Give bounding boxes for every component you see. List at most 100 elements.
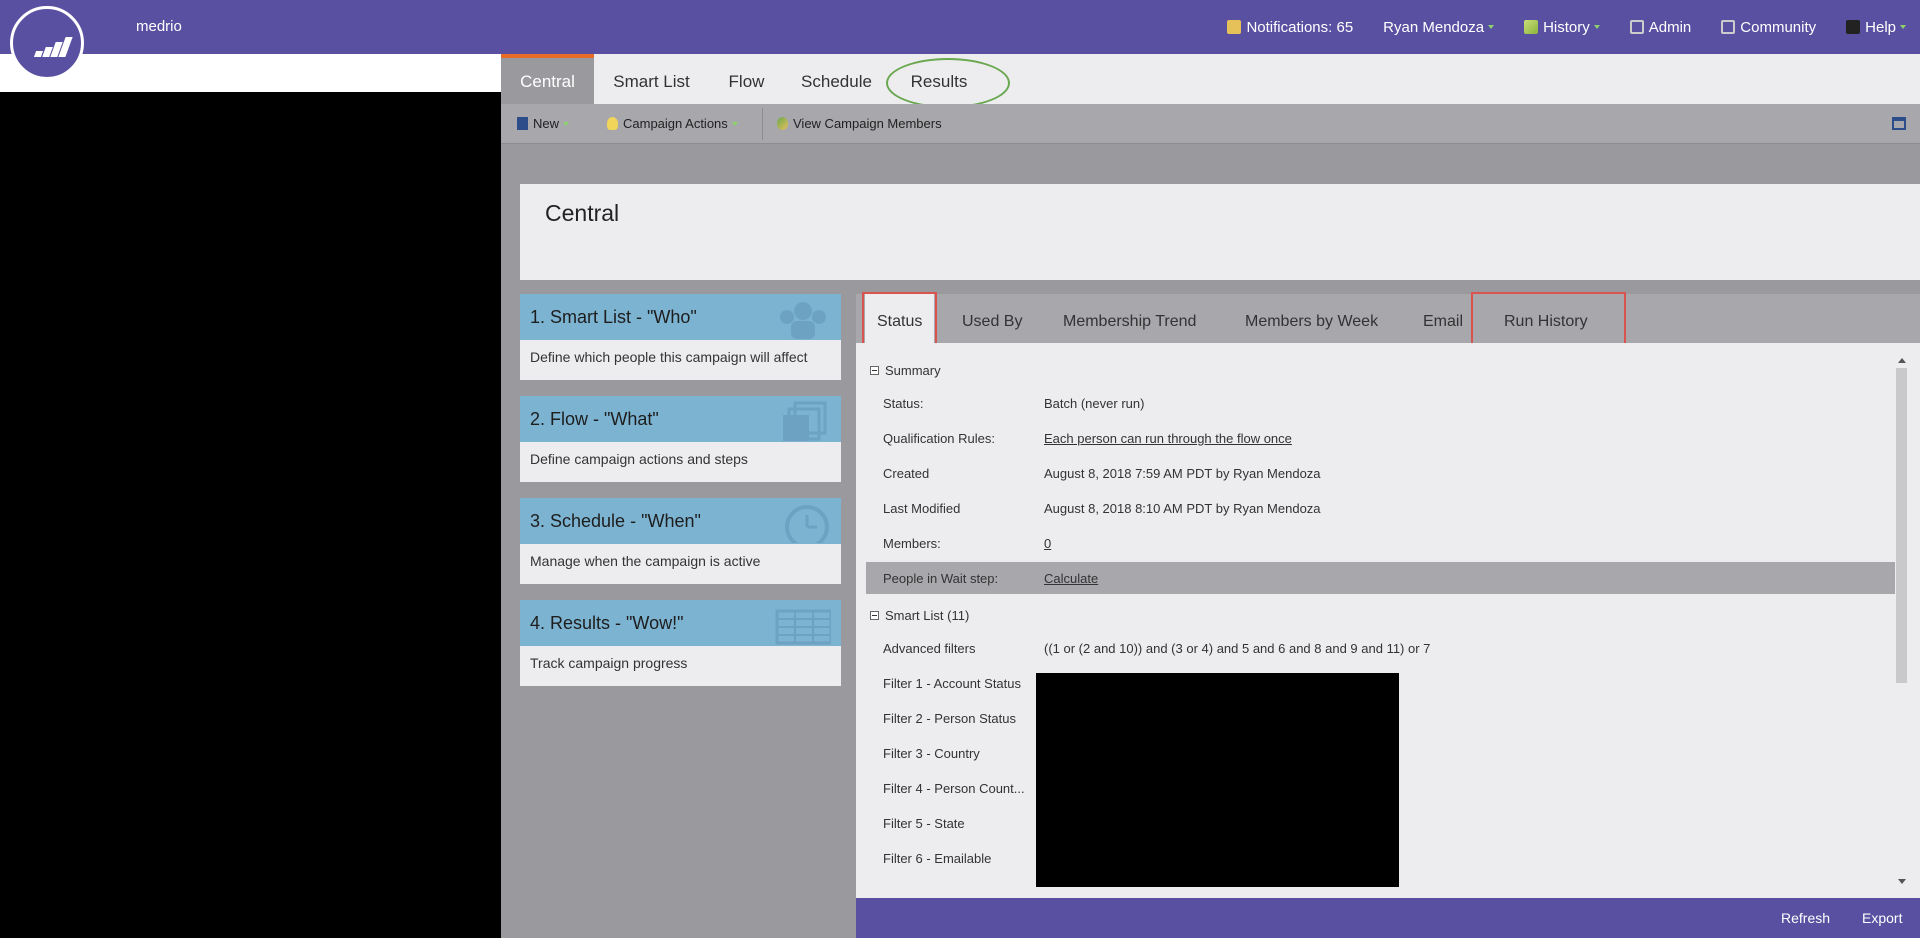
detail-tabs: Status Used By Membership Trend Members … bbox=[856, 294, 1920, 343]
left-panel-redacted bbox=[0, 92, 501, 938]
detail-scrollbar[interactable] bbox=[1895, 356, 1908, 886]
history-icon bbox=[1524, 20, 1539, 34]
summary-section-toggle[interactable]: Summary bbox=[870, 363, 941, 378]
step-title: 1. Smart List - "Who" bbox=[530, 307, 697, 327]
toolbar: New Campaign Actions View Campaign Membe… bbox=[501, 104, 1920, 144]
wait-step-row: People in Wait step: Calculate bbox=[866, 562, 1898, 594]
admin-label: Admin bbox=[1648, 18, 1692, 36]
user-menu[interactable]: Ryan Mendoza bbox=[1383, 18, 1495, 36]
calculate-link[interactable]: Calculate bbox=[1044, 571, 1098, 586]
scroll-thumb[interactable] bbox=[1896, 368, 1907, 683]
notifications-link[interactable]: Notifications: 65 bbox=[1227, 19, 1353, 36]
history-label: History bbox=[1543, 18, 1590, 36]
results-highlight-circle bbox=[886, 58, 1010, 108]
qualification-rules-link[interactable]: Each person can run through the flow onc… bbox=[1044, 431, 1292, 446]
refresh-button[interactable]: Refresh bbox=[1781, 910, 1830, 926]
admin-link[interactable]: Admin bbox=[1629, 18, 1692, 36]
tab-flow[interactable]: Flow bbox=[709, 54, 784, 104]
row-label: Advanced filters bbox=[883, 641, 976, 656]
stack-icon bbox=[783, 401, 827, 441]
status-row: Status: Batch (never run) bbox=[866, 387, 1898, 419]
filter-label: Filter 3 - Country bbox=[883, 746, 980, 761]
step-description: Define campaign actions and steps bbox=[530, 451, 748, 467]
row-label: Status: bbox=[883, 396, 924, 411]
smart-list-section-toggle[interactable]: Smart List (11) bbox=[870, 608, 969, 623]
notification-icon bbox=[1227, 20, 1242, 34]
new-icon bbox=[517, 117, 528, 130]
row-value: ((1 or (2 and 10)) and (3 or 4) and 5 an… bbox=[1044, 641, 1431, 656]
step-title: 2. Flow - "What" bbox=[530, 409, 659, 429]
campaign-actions-label: Campaign Actions bbox=[623, 116, 728, 131]
tab-central[interactable]: Central bbox=[501, 54, 594, 104]
members-icon bbox=[777, 117, 788, 130]
brand-name: medrio bbox=[136, 18, 182, 35]
campaign-actions-button[interactable]: Campaign Actions bbox=[607, 116, 738, 131]
history-menu[interactable]: History bbox=[1524, 19, 1600, 36]
logo-bars-icon bbox=[33, 37, 73, 57]
window-icon[interactable] bbox=[1892, 117, 1906, 130]
chevron-down-icon bbox=[563, 121, 570, 126]
step-results[interactable]: 4. Results - "Wow!" Track campaign progr… bbox=[520, 600, 841, 686]
new-label: New bbox=[533, 116, 560, 131]
filter-label: Filter 4 - Person Count... bbox=[883, 781, 1025, 796]
tab-email[interactable]: Email bbox=[1423, 294, 1463, 343]
status-highlight-box bbox=[862, 292, 937, 345]
logo[interactable] bbox=[10, 6, 84, 80]
help-icon bbox=[1846, 20, 1861, 34]
filter-label: Filter 5 - State bbox=[883, 816, 965, 831]
redacted-filter-values bbox=[1036, 673, 1399, 887]
page-title: Central bbox=[545, 200, 620, 226]
scroll-down-icon[interactable] bbox=[1898, 879, 1906, 884]
row-label: Created bbox=[883, 466, 930, 481]
step-smart-list[interactable]: 1. Smart List - "Who" Define which peopl… bbox=[520, 294, 841, 380]
chevron-down-icon bbox=[1488, 25, 1495, 29]
members-count-link[interactable]: 0 bbox=[1044, 536, 1051, 551]
user-name: Ryan Mendoza bbox=[1383, 18, 1485, 36]
tab-used-by[interactable]: Used By bbox=[962, 294, 1022, 343]
table-icon bbox=[775, 609, 831, 645]
toolbar-divider bbox=[762, 108, 763, 140]
top-header: medrio Notifications: 65 Ryan Mendoza Hi… bbox=[0, 0, 1920, 54]
filter-label: Filter 1 - Account Status bbox=[883, 676, 1022, 691]
detail-footer: Refresh Export bbox=[856, 898, 1920, 938]
step-description: Define which people this campaign will a… bbox=[530, 349, 808, 365]
help-menu[interactable]: Help bbox=[1846, 19, 1906, 36]
new-button[interactable]: New bbox=[517, 116, 570, 131]
row-label: People in Wait step: bbox=[883, 571, 999, 586]
top-nav: Notifications: 65 Ryan Mendoza History A… bbox=[1227, 0, 1920, 54]
filter-label: Filter 2 - Person Status bbox=[883, 711, 1016, 726]
community-icon bbox=[1721, 20, 1736, 34]
tab-membership-trend[interactable]: Membership Trend bbox=[1063, 294, 1196, 343]
row-label: Last Modified bbox=[883, 501, 961, 516]
page-header: Central bbox=[520, 184, 1920, 280]
qualification-rules-row: Qualification Rules: Each person can run… bbox=[866, 422, 1898, 454]
row-label: Qualification Rules: bbox=[883, 431, 995, 446]
step-flow[interactable]: 2. Flow - "What" Define campaign actions… bbox=[520, 396, 841, 482]
step-schedule[interactable]: 3. Schedule - "When" Manage when the cam… bbox=[520, 498, 841, 584]
view-campaign-members-button[interactable]: View Campaign Members bbox=[777, 116, 942, 131]
chevron-down-icon bbox=[731, 121, 738, 126]
export-button[interactable]: Export bbox=[1862, 910, 1902, 926]
people-icon bbox=[780, 302, 826, 339]
created-row: Created August 8, 2018 7:59 AM PDT by Ry… bbox=[866, 457, 1898, 489]
scroll-up-icon[interactable] bbox=[1898, 358, 1906, 363]
view-members-label: View Campaign Members bbox=[793, 116, 942, 131]
collapse-icon bbox=[870, 366, 879, 375]
community-link[interactable]: Community bbox=[1721, 19, 1816, 36]
step-description: Track campaign progress bbox=[530, 655, 688, 671]
collapse-icon bbox=[870, 611, 879, 620]
summary-heading: Summary bbox=[885, 363, 941, 378]
lightbulb-icon bbox=[607, 117, 618, 130]
clock-icon bbox=[785, 505, 829, 543]
advanced-filters-row: Advanced filters ((1 or (2 and 10)) and … bbox=[866, 632, 1898, 664]
tab-members-by-week[interactable]: Members by Week bbox=[1245, 294, 1378, 343]
gear-icon bbox=[1629, 20, 1644, 34]
notifications-label: Notifications: 65 bbox=[1246, 18, 1354, 36]
chevron-down-icon bbox=[1900, 25, 1906, 29]
members-row: Members: 0 bbox=[866, 527, 1898, 559]
tab-smart-list[interactable]: Smart List bbox=[594, 54, 709, 104]
tab-schedule[interactable]: Schedule bbox=[784, 54, 889, 104]
step-title: 3. Schedule - "When" bbox=[530, 511, 701, 531]
smart-list-heading: Smart List (11) bbox=[885, 608, 970, 623]
filter-label: Filter 6 - Emailable bbox=[883, 851, 992, 866]
